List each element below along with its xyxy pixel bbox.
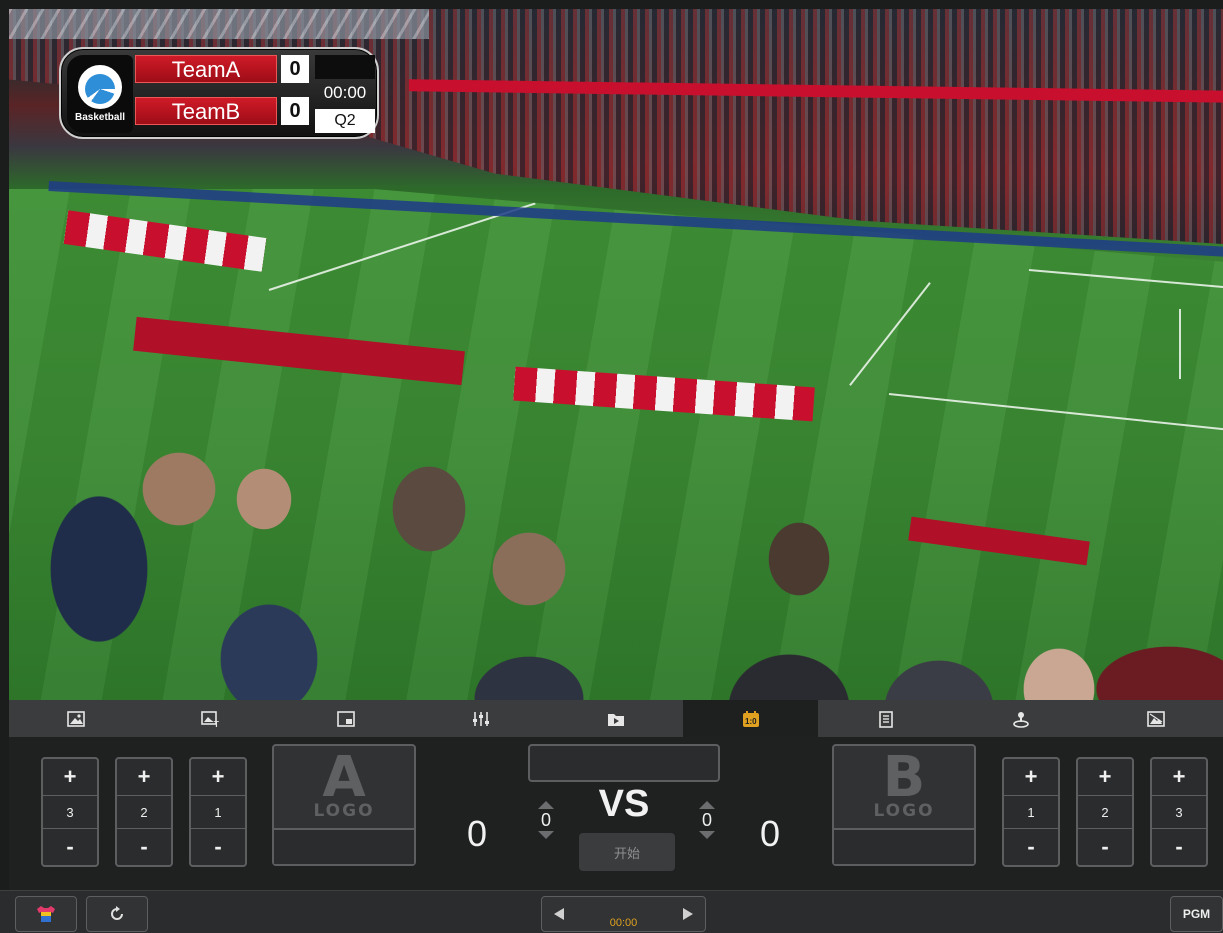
foul-value: 0 — [701, 810, 712, 830]
minus-button[interactable]: - — [117, 829, 171, 865]
start-button[interactable]: 开始 — [579, 833, 675, 871]
notepad-icon — [878, 710, 893, 728]
logo-letter: B — [882, 745, 926, 810]
scoreboard-icon-label: 1:0 — [745, 717, 757, 726]
tab-notes[interactable] — [818, 700, 953, 737]
tab-scoreboard[interactable]: 1:0 — [683, 700, 819, 737]
plus-button[interactable]: + — [117, 759, 171, 795]
basketball-logo: Basketball — [67, 55, 133, 133]
tab-image-text[interactable]: T — [144, 700, 279, 737]
team-a-total-score: 0 — [466, 813, 488, 854]
stadium-roof — [9, 9, 429, 39]
scoreboard-blank-cell — [315, 55, 375, 79]
minus-button[interactable]: - — [1004, 829, 1058, 865]
plus-button[interactable]: + — [1078, 759, 1132, 795]
up-arrow-icon[interactable] — [538, 801, 554, 809]
team-a-score: 0 — [281, 55, 309, 83]
vs-label: VS — [598, 783, 650, 825]
team-a-points-2-stepper: + 2 - — [115, 757, 173, 867]
foul-value: 0 — [540, 810, 551, 830]
stepper-value: 3 — [43, 795, 97, 829]
svg-text:T: T — [214, 720, 219, 728]
tab-mixer[interactable] — [414, 700, 549, 737]
team-b-points-3-stepper: + 3 - — [1150, 757, 1208, 867]
team-a-name: TeamA — [135, 55, 277, 83]
scoreboard-app: Basketball TeamA TeamB 0 0 00:00 Q2 T 1:… — [0, 0, 1223, 933]
team-b-score: 0 — [281, 97, 309, 125]
picture-in-picture-icon — [337, 710, 356, 727]
plus-button[interactable]: + — [43, 759, 97, 795]
team-b-points-1-stepper: + 1 - — [1002, 757, 1060, 867]
team-a-points-1-stepper: + 1 - — [189, 757, 247, 867]
jersey-icon — [37, 906, 55, 922]
joystick-icon — [1012, 711, 1029, 728]
game-clock: 00:00 — [323, 83, 367, 102]
jersey-button[interactable] — [15, 896, 77, 932]
scoreboard-icon: 1:0 — [742, 710, 759, 727]
minus-button[interactable]: - — [1152, 829, 1206, 865]
folder-media-icon — [608, 713, 624, 726]
down-arrow-icon[interactable] — [538, 831, 554, 839]
bottom-toolbar: 00:00 PGM — [0, 890, 1223, 933]
team-b-name: TeamB — [135, 97, 277, 125]
stepper-value: 3 — [1152, 795, 1206, 829]
stepper-value: 1 — [1004, 795, 1058, 829]
team-b-logo-placeholder: B LOGO — [834, 746, 974, 828]
tab-picture-in-picture[interactable] — [279, 700, 414, 737]
score-control-panel: + 3 - + 2 - + 1 - A LOGO 0 0 VS 开始 0 0 B… — [9, 737, 1223, 890]
team-a-foul-counter: 0 — [536, 801, 556, 839]
team-a-name-field[interactable] — [274, 828, 414, 864]
plus-button[interactable]: + — [1152, 759, 1206, 795]
timer-readout: 00:00 — [609, 917, 638, 929]
team-b-foul-counter: 0 — [697, 801, 717, 839]
down-arrow-icon[interactable] — [699, 831, 715, 839]
logo-text: Basketball — [74, 112, 126, 123]
basketball-icon — [78, 65, 122, 109]
reset-button[interactable] — [86, 896, 148, 932]
logo-letter: A — [322, 745, 366, 810]
mixer-icon — [473, 711, 490, 726]
plus-button[interactable]: + — [1004, 759, 1058, 795]
scoreboard-overlay[interactable]: Basketball TeamA TeamB 0 0 00:00 Q2 — [59, 47, 379, 139]
image-icon — [67, 710, 86, 727]
timer-control: 00:00 — [541, 896, 706, 932]
tab-image[interactable] — [9, 700, 144, 737]
toolbar-tabs: T 1:0 — [9, 700, 1223, 737]
team-a-logo-box[interactable]: A LOGO — [272, 744, 416, 866]
refresh-icon — [111, 906, 123, 920]
match-title-field[interactable] — [528, 744, 720, 782]
plus-button[interactable]: + — [191, 759, 245, 795]
game-period: Q2 — [315, 109, 375, 133]
stepper-value: 1 — [191, 795, 245, 829]
tab-media-folder[interactable] — [549, 700, 684, 737]
team-a-points-3-stepper: + 3 - — [41, 757, 99, 867]
image-text-icon: T — [201, 710, 219, 728]
logo-caption: LOGO — [873, 801, 935, 821]
image-swap-icon — [1146, 710, 1165, 727]
logo-caption: LOGO — [313, 801, 375, 821]
team-b-total-score: 0 — [759, 813, 781, 854]
stepper-value: 2 — [1078, 795, 1132, 829]
up-arrow-icon[interactable] — [699, 801, 715, 809]
minus-button[interactable]: - — [43, 829, 97, 865]
team-b-logo-box[interactable]: B LOGO — [832, 744, 976, 866]
team-a-logo-placeholder: A LOGO — [274, 746, 414, 828]
tab-image-swap[interactable] — [1088, 700, 1223, 737]
minus-button[interactable]: - — [1078, 829, 1132, 865]
pgm-button[interactable]: PGM — [1170, 896, 1223, 932]
minus-button[interactable]: - — [191, 829, 245, 865]
stepper-value: 2 — [117, 795, 171, 829]
team-b-points-2-stepper: + 2 - — [1076, 757, 1134, 867]
tab-joystick[interactable] — [953, 700, 1088, 737]
team-b-name-field[interactable] — [834, 828, 974, 864]
